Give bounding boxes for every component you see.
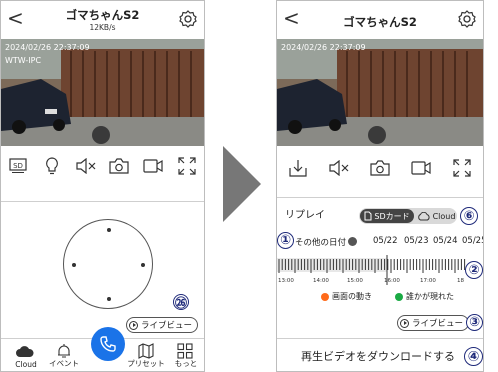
cloud-icon (417, 211, 430, 220)
play-icon (129, 320, 138, 330)
ptz-down-dot[interactable] (107, 297, 111, 301)
date-item[interactable]: 05/22 (373, 236, 398, 246)
divider (1, 201, 204, 202)
ptz-left-dot[interactable] (72, 263, 76, 267)
chevron-down-icon (348, 237, 358, 246)
legend-person: 誰かが現れた (395, 291, 454, 302)
device-title: ゴマちゃんS2 (65, 8, 140, 22)
device-title: ゴマちゃんS2 (343, 15, 417, 29)
legend-person-label: 誰かが現れた (406, 292, 454, 301)
camera-icon[interactable] (368, 156, 392, 180)
cloud-label: Cloud (432, 211, 456, 221)
playback-toolbar (277, 150, 483, 186)
badge-1: ① (277, 232, 294, 249)
storage-toggle[interactable]: SDカード Cloud (359, 208, 457, 224)
divider (277, 197, 483, 198)
phone-icon (100, 336, 116, 352)
nav-preset-label: プリセット (127, 359, 165, 368)
record-icon[interactable] (141, 154, 165, 178)
timeline-time-label: 13:00 (278, 278, 294, 284)
timestamp-overlay: 2024/02/26 22:37:09 (5, 43, 90, 52)
person-dot-icon (395, 292, 403, 301)
legend-motion-label: 画面の動き (332, 292, 372, 301)
header: < ゴマちゃんS2 12KB/s (1, 1, 204, 39)
fullscreen-icon[interactable] (175, 154, 199, 178)
bulb-icon[interactable] (40, 154, 64, 178)
cloud-tab[interactable]: Cloud (415, 209, 457, 223)
live-view-label: ライブビュー (412, 319, 464, 329)
date-item[interactable]: 05/25 (462, 236, 483, 246)
badge-3: ③ (466, 314, 483, 331)
date-selector: ① その他の日付 05/22 05/23 05/24 05/25 (277, 232, 483, 249)
speaker-mute-icon[interactable] (74, 154, 98, 178)
legend-motion: 画面の動き (321, 291, 372, 302)
badge-2: ② (465, 261, 483, 279)
camera-label: WTW-IPC (5, 56, 42, 65)
timeline-time-label: 14:00 (313, 278, 329, 284)
grid-icon (177, 343, 193, 359)
live-view-button[interactable]: ライブビュー (126, 317, 199, 333)
live-view-button[interactable]: ライブビュー (397, 315, 470, 331)
replay-label: リプレイ (285, 210, 325, 221)
nav-more-label: もっと (174, 359, 198, 368)
timestamp-overlay: 2024/02/26 22:37:09 (281, 43, 366, 52)
timeline-time-label: 16:00 (384, 278, 400, 284)
play-icon (400, 318, 409, 328)
sd-card-icon (364, 211, 372, 221)
right-phone-screen: < ゴマちゃんS2 2024/02/26 22:37:09 リプレイ SDカード… (276, 0, 484, 372)
live-view-label: ライブビュー (141, 321, 193, 331)
download-video-button[interactable]: 再生ビデオをダウンロードする (301, 348, 455, 364)
other-date-button[interactable]: その他の日付 (295, 236, 358, 248)
badge-6: ⑥ (460, 207, 478, 225)
divider (277, 338, 483, 339)
bell-icon (58, 344, 70, 358)
date-item[interactable]: 05/23 (404, 236, 429, 246)
other-date-label: その他の日付 (295, 238, 347, 248)
left-phone-screen: < ゴマちゃんS2 12KB/s 2024/02/26 22:37:09 WTW… (0, 0, 205, 372)
gear-icon[interactable] (178, 9, 198, 29)
header: < ゴマちゃんS2 (277, 1, 483, 39)
timeline-time-label: 15:00 (347, 278, 363, 284)
gear-icon[interactable] (457, 9, 477, 29)
ptz-right-dot[interactable] (141, 263, 145, 267)
record-icon[interactable] (409, 156, 433, 180)
fullscreen-icon[interactable] (450, 156, 474, 180)
sd-card-tab[interactable]: SDカード (360, 209, 414, 223)
timeline-time-label: 17:00 (420, 278, 436, 284)
control-toolbar: SD (1, 148, 204, 184)
map-icon (138, 343, 154, 359)
timeline-track[interactable]: 13:00 14:00 15:00 16:00 17:00 18 (277, 255, 484, 285)
ptz-joystick[interactable] (63, 219, 153, 309)
camera-feed[interactable]: 2024/02/26 22:37:09 (277, 39, 483, 146)
speaker-mute-icon[interactable] (327, 156, 351, 180)
nav-cloud-label: Cloud (15, 360, 37, 369)
svg-text:SD: SD (13, 162, 23, 170)
call-button[interactable] (91, 327, 125, 361)
nav-event-label: イベント (49, 359, 79, 368)
motion-dot-icon (321, 292, 329, 301)
badge-26: ㉖ (173, 294, 189, 310)
camera-feed[interactable]: 2024/02/26 22:37:09 WTW-IPC (1, 39, 204, 146)
ptz-up-dot[interactable] (107, 228, 111, 232)
download-icon[interactable] (286, 156, 310, 180)
bitrate: 12KB/s (89, 23, 116, 32)
timeline[interactable]: 13:00 14:00 15:00 16:00 17:00 18 ② (277, 255, 483, 285)
cloud-icon (16, 346, 34, 357)
timeline-time-label: 18 (457, 278, 464, 284)
badge-4: ④ (464, 347, 483, 366)
transition-arrow (223, 146, 261, 222)
sd-card-label: SDカード (374, 211, 410, 221)
camera-icon[interactable] (107, 154, 131, 178)
sd-icon[interactable]: SD (6, 154, 30, 178)
date-item[interactable]: 05/24 (433, 236, 458, 246)
